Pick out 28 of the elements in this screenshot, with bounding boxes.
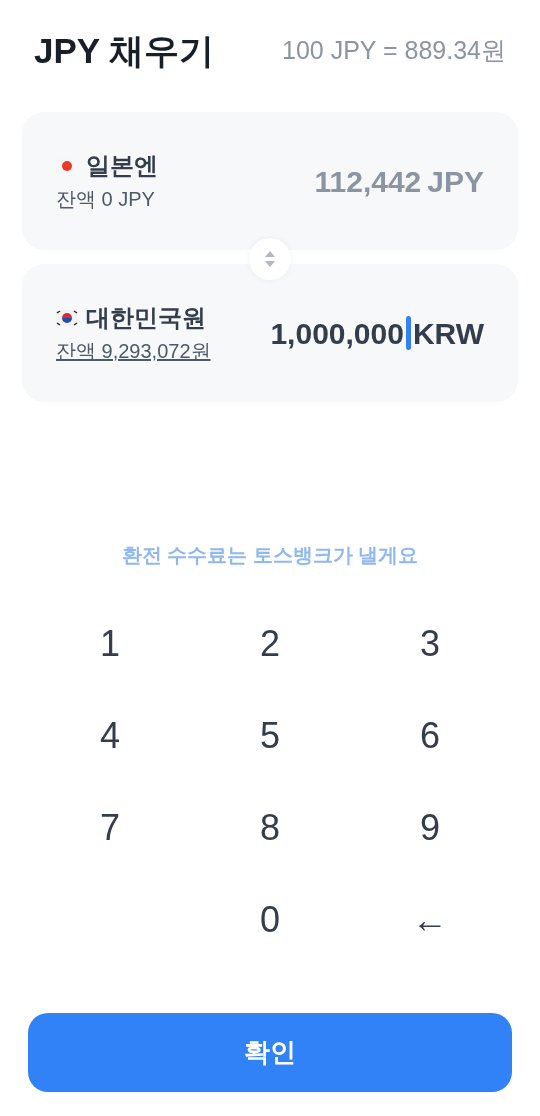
text-cursor bbox=[405, 316, 411, 350]
exchange-rate: 100 JPY = 889.34원 bbox=[282, 35, 506, 67]
keypad-key[interactable]: 0 bbox=[190, 874, 350, 966]
keypad-key[interactable]: 7 bbox=[30, 782, 190, 874]
backspace-key[interactable]: ← bbox=[350, 874, 510, 966]
confirm-button[interactable]: 확인 bbox=[28, 1013, 512, 1092]
keypad-key[interactable]: 5 bbox=[190, 690, 350, 782]
keypad-key[interactable]: 4 bbox=[30, 690, 190, 782]
currency-name: 대한민국원 bbox=[86, 303, 206, 333]
keypad-key[interactable]: 3 bbox=[350, 598, 510, 690]
flag-icon bbox=[56, 310, 78, 326]
keypad-key[interactable]: 8 bbox=[190, 782, 350, 874]
page-title: JPY 채우기 bbox=[34, 29, 215, 72]
fee-notice: 환전 수수료는 토스뱅크가 낼게요 bbox=[120, 543, 420, 568]
keypad-key[interactable]: 6 bbox=[350, 690, 510, 782]
balance-text: 잔액 0 JPY bbox=[56, 188, 155, 210]
balance-link[interactable]: 잔액 9,293,072원 bbox=[56, 340, 211, 362]
swap-icon bbox=[264, 250, 276, 268]
keypad-key[interactable]: 9 bbox=[350, 782, 510, 874]
currency-card[interactable]: 대한민국원 잔액 9,293,072원 1,000,000 KRW bbox=[22, 264, 518, 402]
currency-unit: KRW bbox=[412, 315, 484, 352]
currency-name: 일본엔 bbox=[86, 151, 158, 181]
amount-value: 112,442 bbox=[314, 163, 422, 200]
keypad-key[interactable]: 2 bbox=[190, 598, 350, 690]
keypad-key[interactable]: 1 bbox=[30, 598, 190, 690]
currency-unit: JPY bbox=[427, 163, 484, 200]
amount-value: 1,000,000 bbox=[270, 315, 404, 352]
currency-card[interactable]: 일본엔 잔액 0 JPY 112,442 JPY bbox=[22, 112, 518, 250]
